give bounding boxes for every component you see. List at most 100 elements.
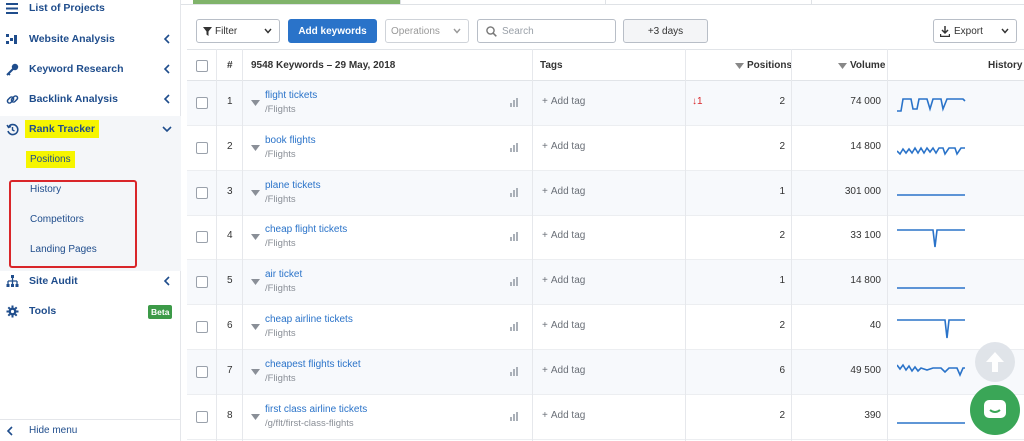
keyword-link[interactable]: flight tickets [265, 90, 317, 101]
row-checkbox[interactable] [196, 321, 208, 333]
add-tag-button[interactable]: + Add tag [542, 410, 585, 421]
sidebar-item-list-of-projects[interactable]: List of Projects [0, 0, 181, 23]
header-volume-sort[interactable]: Volume [838, 50, 885, 81]
sidebar-item-website-analysis[interactable]: Website Analysis [0, 24, 181, 54]
plus-icon: + [542, 320, 548, 331]
sidebar-item-label: List of Projects [29, 2, 105, 14]
chat-widget-button[interactable] [970, 385, 1020, 435]
row-checkbox[interactable] [196, 365, 208, 378]
add-keywords-button[interactable]: Add keywords [288, 19, 377, 43]
expand-row-icon[interactable] [251, 279, 260, 286]
select-all-checkbox[interactable] [196, 60, 208, 72]
search-input[interactable]: Search [477, 19, 616, 43]
header-keywords[interactable]: 9548 Keywords – 29 May, 2018 [251, 50, 395, 81]
table-row: 3 plane tickets/Flights + Add tag 1 301 000 [187, 170, 1024, 216]
plus-3-days-label: +3 days [647, 25, 684, 37]
row-checkbox[interactable] [196, 276, 208, 289]
plus-3-days-button[interactable]: +3 days [623, 19, 708, 43]
header-positions-sort[interactable]: Positions [735, 50, 792, 81]
bar-chart-icon[interactable] [510, 322, 518, 331]
bar-chart-icon[interactable] [510, 277, 518, 287]
operations-select[interactable]: Operations [385, 19, 469, 43]
bar-chart-icon[interactable] [510, 142, 518, 152]
row-index: 4 [227, 230, 233, 242]
column-divider [887, 49, 888, 441]
analysis-icon [5, 32, 19, 46]
expand-row-icon[interactable] [251, 234, 260, 241]
row-index: 3 [227, 185, 233, 197]
sidebar-subitem-positions[interactable]: Positions [0, 144, 181, 174]
expand-row-icon[interactable] [251, 324, 260, 330]
scroll-to-top-button[interactable] [975, 342, 1015, 382]
search-placeholder: Search [502, 25, 534, 37]
keyword-url: /g/flt/first-class-flights [265, 417, 354, 429]
row-checkbox[interactable] [196, 410, 208, 423]
chevron-left-icon [163, 94, 170, 104]
tab-strip [181, 0, 1024, 5]
keyword-url: /Flights [265, 193, 296, 205]
sidebar-item-label: Keyword Research [29, 63, 124, 75]
keyword-link[interactable]: plane tickets [265, 180, 321, 191]
keyword-link[interactable]: cheapest flights ticket [265, 359, 361, 370]
keyword-url: /Flights [265, 328, 296, 339]
row-checkbox[interactable] [196, 186, 208, 199]
filter-button[interactable]: Filter [196, 19, 280, 43]
row-checkbox[interactable] [196, 231, 208, 244]
column-divider [685, 49, 686, 441]
volume-value: 14 800 [850, 140, 881, 152]
bar-chart-icon[interactable] [510, 411, 518, 421]
add-tag-button[interactable]: + Add tag [542, 186, 585, 197]
sidebar-item-site-audit[interactable]: Site Audit [0, 266, 181, 296]
keyword-link[interactable]: air ticket [265, 269, 302, 280]
table-row: 4 cheap flight tickets/Flights + Add tag 2 33… [187, 215, 1024, 261]
bar-chart-icon[interactable] [510, 232, 518, 242]
sidebar-item-keyword-research[interactable]: Keyword Research [0, 54, 181, 84]
row-index: 7 [227, 364, 233, 376]
position-value: 2 [779, 140, 785, 152]
keyword-link[interactable]: cheap airline tickets [265, 314, 353, 325]
sidebar: List of Projects Website Analysis Keywor… [0, 0, 181, 441]
expand-row-icon[interactable] [251, 100, 260, 106]
table-row: 2 book flights/Flights + Add tag 2 14 800 [187, 126, 1024, 171]
row-checkbox[interactable] [196, 97, 208, 109]
row-index: 8 [227, 409, 233, 421]
bar-chart-icon[interactable] [510, 187, 518, 197]
add-tag-button[interactable]: + Add tag [542, 365, 585, 376]
add-tag-button[interactable]: + Add tag [542, 96, 585, 107]
column-divider [791, 49, 792, 441]
expand-row-icon[interactable] [251, 144, 260, 151]
hide-menu-label: Hide menu [29, 425, 78, 436]
bar-chart-icon[interactable] [510, 98, 518, 107]
plus-icon: + [542, 230, 548, 242]
keyword-link[interactable]: book flights [265, 135, 316, 146]
chevron-down-icon [453, 28, 461, 34]
keyword-link[interactable]: first class airline tickets [265, 404, 367, 415]
main-panel: Filter Add keywords Operations Search +3… [181, 0, 1024, 441]
plus-icon: + [542, 140, 548, 152]
row-index: 1 [227, 96, 233, 107]
tab-separator [811, 0, 812, 5]
add-tag-button[interactable]: + Add tag [542, 141, 585, 152]
add-tag-button[interactable]: + Add tag [542, 320, 585, 331]
plus-icon: + [542, 409, 548, 421]
expand-row-icon[interactable] [251, 189, 260, 196]
position-value: 2 [779, 320, 785, 331]
annotation-box [9, 180, 137, 268]
bar-chart-icon[interactable] [510, 366, 518, 376]
chevron-left-icon [163, 64, 170, 74]
operations-label: Operations [391, 25, 440, 37]
add-tag-button[interactable]: + Add tag [542, 275, 585, 286]
sidebar-item-backlink-analysis[interactable]: Backlink Analysis [0, 84, 181, 114]
position-value: 1 [779, 275, 785, 287]
row-checkbox[interactable] [196, 141, 208, 154]
keyword-link[interactable]: cheap flight tickets [265, 224, 347, 235]
keyword-url: /Flights [265, 238, 296, 250]
expand-row-icon[interactable] [251, 413, 260, 420]
hide-menu-button[interactable]: Hide menu [0, 419, 181, 441]
header-positions: Positions [747, 60, 793, 71]
sidebar-item-rank-tracker[interactable]: Rank Tracker [0, 114, 181, 144]
expand-row-icon[interactable] [251, 368, 260, 375]
export-button[interactable]: Export [933, 19, 1017, 43]
add-tag-button[interactable]: + Add tag [542, 230, 585, 241]
chat-icon [984, 400, 1006, 418]
